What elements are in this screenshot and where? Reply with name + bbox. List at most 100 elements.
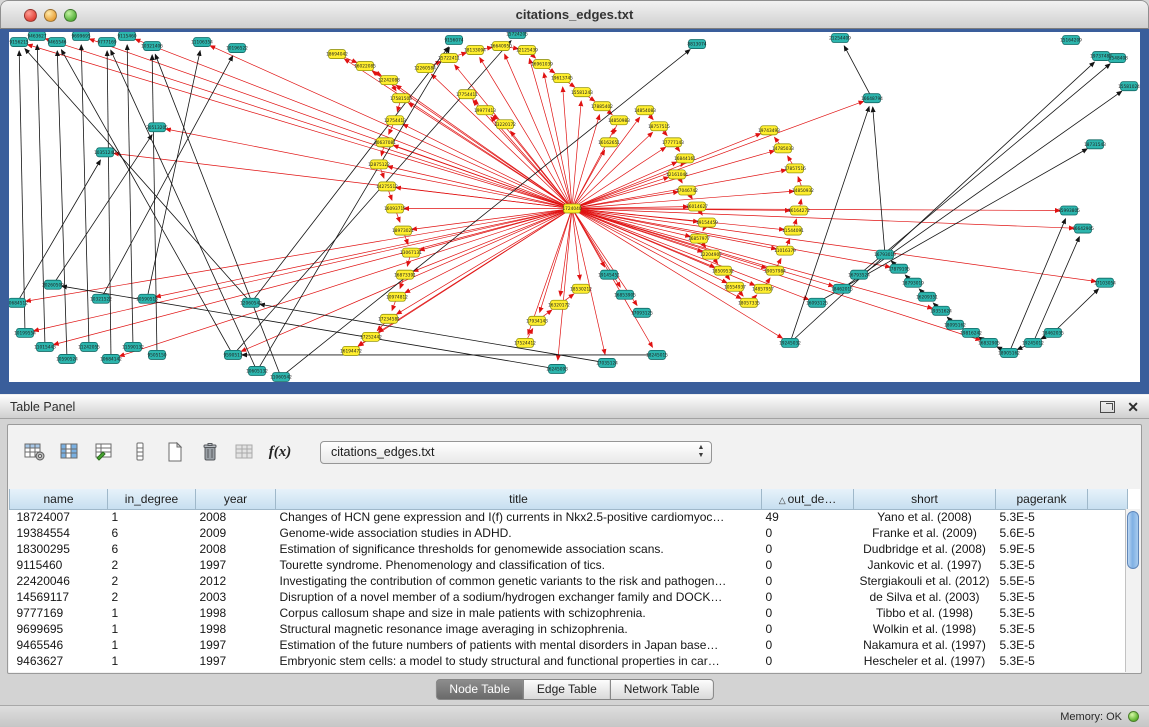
table-scrollbar-thumb[interactable]	[1127, 511, 1139, 569]
graph-node[interactable]: 16832905	[978, 338, 1000, 347]
graph-node[interactable]: 19613745	[551, 74, 573, 83]
graph-node[interactable]: 9463627	[27, 32, 46, 41]
graph-node[interactable]: 16961039	[531, 60, 553, 69]
graph-node[interactable]: 11590132	[122, 342, 144, 351]
graph-node[interactable]: 19351624	[930, 306, 952, 315]
graph-node[interactable]: 18509532	[712, 266, 734, 275]
tab-edge-table[interactable]: Edge Table	[523, 679, 611, 700]
graph-node[interactable]: 19057984	[764, 266, 786, 275]
table-row[interactable]: 969969511998Structural magnetic resonanc…	[10, 621, 1128, 637]
graph-node[interactable]: 16014627	[686, 202, 708, 211]
graph-node[interactable]: 16844161	[674, 154, 696, 163]
graph-node[interactable]: 18462035	[1042, 328, 1064, 337]
graph-node[interactable]: 1724040	[562, 204, 581, 213]
graph-node[interactable]: 11016379	[774, 246, 796, 255]
close-window-button[interactable]	[24, 9, 37, 22]
table-row[interactable]: 1456911722003Disruption of a novel membe…	[10, 589, 1128, 605]
graph-node[interactable]: 10974812	[386, 292, 408, 301]
graph-node[interactable]: 18462015	[831, 284, 853, 293]
graph-node[interactable]: 17252442	[360, 332, 382, 341]
table-row[interactable]: 1938455462009Genome-wide association stu…	[10, 525, 1128, 541]
graph-node[interactable]: 12060542	[240, 298, 262, 307]
select-columns-button[interactable]	[57, 439, 83, 465]
float-panel-icon[interactable]	[1100, 401, 1115, 413]
graph-node[interactable]: 9505150	[147, 350, 166, 359]
graph-node[interactable]: 9156215	[9, 38, 28, 47]
graph-node[interactable]: 10590513	[136, 294, 158, 303]
graph-node[interactable]: 16642905	[1072, 224, 1094, 233]
minimize-window-button[interactable]	[44, 9, 57, 22]
graph-node[interactable]: 18905162	[998, 348, 1020, 357]
graph-node[interactable]: 14850983	[608, 116, 630, 125]
graph-node[interactable]: 14854083	[634, 106, 656, 115]
graph-node[interactable]: 17777143	[662, 138, 684, 147]
column-header-pagerank[interactable]: pagerank	[996, 489, 1088, 509]
table-row[interactable]: 2242004622012Investigating the contribut…	[10, 573, 1128, 589]
graph-node[interactable]: 16793524	[848, 270, 870, 279]
graph-node[interactable]: 18133094	[464, 46, 486, 55]
graph-node[interactable]: 12875122	[368, 160, 390, 169]
network-canvas[interactable]: 1724040186940421602208512242088175815031…	[9, 32, 1140, 382]
graph-node[interactable]: 10554937	[724, 282, 746, 291]
table-row[interactable]: 1830029562008Estimation of significance …	[10, 541, 1128, 557]
graph-node[interactable]: 17857516	[784, 164, 806, 173]
window-titlebar[interactable]: citations_edges.txt	[0, 0, 1149, 29]
graph-node[interactable]: 16164272	[788, 206, 810, 215]
graph-node[interactable]: 9465546	[47, 38, 66, 47]
graph-node[interactable]: 19743493	[758, 126, 780, 135]
table-row[interactable]: 977716911998Corpus callosum shape and si…	[10, 605, 1128, 621]
tab-node-table[interactable]: Node Table	[435, 679, 524, 700]
graph-node[interactable]: 17234581	[378, 314, 400, 323]
graph-node[interactable]: 15993805	[1058, 206, 1080, 215]
table-settings-button[interactable]	[22, 439, 48, 465]
graph-node[interactable]: 19145451	[598, 270, 620, 279]
graph-node[interactable]: 21254409	[829, 34, 851, 43]
graph-node[interactable]: 8813074	[687, 40, 706, 49]
graph-node[interactable]: 16245093	[546, 364, 568, 373]
function-builder-button[interactable]: f(x)	[267, 439, 293, 465]
graph-node[interactable]: 10684142	[100, 354, 122, 363]
graph-node[interactable]: 9115460	[117, 32, 136, 41]
graph-node[interactable]: 12161044	[666, 170, 688, 179]
graph-node[interactable]: 9699695	[71, 32, 90, 41]
network-selector[interactable]: citations_edges.txt ▲▼	[320, 441, 712, 464]
graph-node[interactable]: 14857957	[752, 284, 774, 293]
column-header-short[interactable]: short	[854, 489, 996, 509]
graph-node[interactable]: 16162651	[598, 138, 620, 147]
graph-node[interactable]: 10590524	[56, 354, 78, 363]
graph-node[interactable]: 16640950	[490, 42, 512, 51]
delete-column-button[interactable]	[197, 439, 223, 465]
new-column-button[interactable]	[162, 439, 188, 465]
graph-node[interactable]: 19245012	[1022, 338, 1044, 347]
graph-node[interactable]: 17934143	[526, 316, 548, 325]
column-header-name[interactable]: name	[10, 489, 108, 509]
graph-node[interactable]: 9156074	[444, 36, 463, 45]
graph-node[interactable]: 15164209	[1060, 36, 1082, 45]
graph-node[interactable]: 14850932	[792, 186, 814, 195]
graph-node[interactable]: 19245032	[779, 338, 801, 347]
graph-node[interactable]: 15581243	[571, 88, 593, 97]
graph-node[interactable]: 10351240	[94, 148, 116, 157]
graph-node[interactable]: 10321406	[141, 42, 163, 51]
graph-node[interactable]: 15724205	[506, 32, 528, 39]
graph-node[interactable]: 20637081	[374, 138, 396, 147]
graph-node[interactable]: 18731543	[1084, 140, 1106, 149]
graph-node[interactable]: 18057335	[738, 298, 760, 307]
graph-node[interactable]: 17035124	[596, 358, 618, 367]
graph-node[interactable]: 12260584	[414, 64, 436, 73]
column-header-in-degree[interactable]: in_degree	[108, 489, 196, 509]
graph-node[interactable]: 12754413	[384, 116, 406, 125]
table-row[interactable]: 1872400712008Changes of HCN gene express…	[10, 509, 1128, 525]
graph-node[interactable]: 10321522	[90, 294, 112, 303]
graph-node[interactable]: 18095162	[944, 320, 966, 329]
graph-node[interactable]: 15722411	[438, 54, 460, 63]
edit-table-button[interactable]	[92, 439, 118, 465]
column-header-out-degree[interactable]: △out_de…	[762, 489, 854, 509]
graph-node[interactable]: 14785033	[772, 144, 794, 153]
table-row[interactable]: 911546021997Tourette syndrome. Phenomeno…	[10, 557, 1128, 573]
graph-node[interactable]: 18694042	[326, 50, 348, 59]
graph-node[interactable]: 19154459	[696, 218, 718, 227]
graph-node[interactable]: 9777169	[97, 38, 116, 47]
graph-node[interactable]: 16853905	[614, 290, 636, 299]
graph-node[interactable]: 18757515	[648, 122, 670, 131]
